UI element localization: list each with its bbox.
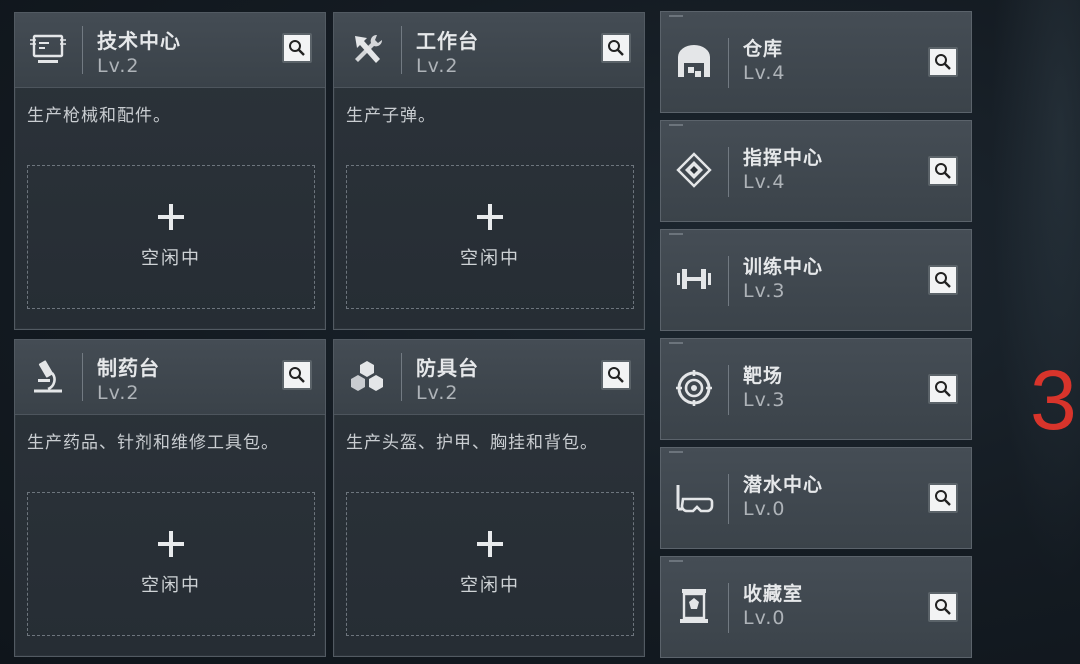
facility-title: 防具台	[416, 356, 479, 380]
trophy-case-icon	[671, 583, 717, 629]
card-tick	[669, 124, 683, 126]
header-divider	[728, 474, 729, 524]
side-marker-number: 3	[1030, 353, 1077, 447]
search-button[interactable]	[928, 265, 958, 295]
tools-icon	[344, 27, 390, 73]
search-icon	[935, 599, 951, 615]
production-slot[interactable]: 空闲中	[27, 165, 315, 309]
search-button[interactable]	[601, 360, 631, 390]
facility-card-training-center[interactable]: 训练中心 Lv.3	[660, 229, 972, 331]
search-button[interactable]	[601, 33, 631, 63]
facility-panel-workbench: 工作台 Lv.2 生产子弹。 空闲中	[333, 12, 645, 330]
facility-panel-tech-center: 技术中心 Lv.2 生产枪械和配件。 空闲中	[14, 12, 326, 330]
facility-level: Lv.2	[416, 382, 459, 404]
warehouse-icon	[671, 38, 717, 84]
plus-icon	[477, 204, 503, 230]
header-divider	[82, 26, 83, 74]
facility-level: Lv.0	[743, 607, 786, 629]
facility-title: 制药台	[97, 356, 160, 380]
header-divider	[401, 26, 402, 74]
search-button[interactable]	[928, 374, 958, 404]
facility-level: Lv.2	[97, 382, 140, 404]
facility-level: Lv.2	[97, 55, 140, 77]
search-button[interactable]	[282, 33, 312, 63]
facility-level: Lv.3	[743, 280, 786, 302]
facility-description: 生产枪械和配件。	[27, 106, 171, 126]
search-icon	[289, 367, 305, 383]
facility-description: 生产药品、针剂和维修工具包。	[27, 433, 279, 453]
header-divider	[728, 365, 729, 415]
facility-level: Lv.4	[743, 171, 786, 193]
facility-title: 工作台	[416, 29, 479, 53]
facility-panel-armor-bench: 防具台 Lv.2 生产头盔、护甲、胸挂和背包。 空闲中	[333, 339, 645, 657]
search-icon	[935, 272, 951, 288]
dumbbell-icon	[671, 256, 717, 302]
card-tick	[669, 342, 683, 344]
production-slot[interactable]: 空闲中	[346, 165, 634, 309]
facility-title: 靶场	[743, 365, 784, 387]
facility-level: Lv.4	[743, 62, 786, 84]
facility-title: 潜水中心	[743, 474, 824, 496]
panel-header: 制药台 Lv.2	[15, 340, 325, 415]
facility-title: 收藏室	[743, 583, 804, 605]
card-tick	[669, 451, 683, 453]
facility-description: 生产头盔、护甲、胸挂和背包。	[346, 433, 598, 453]
card-tick	[669, 560, 683, 562]
search-icon	[935, 54, 951, 70]
facility-title: 训练中心	[743, 256, 824, 278]
cubes-icon	[344, 354, 390, 400]
search-icon	[935, 381, 951, 397]
header-divider	[728, 147, 729, 197]
search-button[interactable]	[928, 47, 958, 77]
header-divider	[401, 353, 402, 401]
panel-header: 技术中心 Lv.2	[15, 13, 325, 88]
plus-icon	[477, 531, 503, 557]
card-tick	[669, 233, 683, 235]
background-haze	[980, 0, 1080, 664]
facility-card-diving-center[interactable]: 潜水中心 Lv.0	[660, 447, 972, 549]
facility-title: 技术中心	[97, 29, 181, 53]
facility-card-collection-room[interactable]: 收藏室 Lv.0	[660, 556, 972, 658]
facility-title: 仓库	[743, 38, 784, 60]
slot-status: 空闲中	[141, 248, 201, 269]
facility-card-warehouse[interactable]: 仓库 Lv.4	[660, 11, 972, 113]
facility-level: Lv.0	[743, 498, 786, 520]
facility-panel-pharmacy: 制药台 Lv.2 生产药品、针剂和维修工具包。 空闲中	[14, 339, 326, 657]
search-icon	[935, 163, 951, 179]
header-divider	[728, 583, 729, 633]
panel-header: 防具台 Lv.2	[334, 340, 644, 415]
search-button[interactable]	[928, 592, 958, 622]
search-icon	[935, 490, 951, 506]
computer-icon	[25, 27, 71, 73]
facility-description: 生产子弹。	[346, 106, 436, 126]
target-icon	[671, 365, 717, 411]
header-divider	[82, 353, 83, 401]
production-slot[interactable]: 空闲中	[27, 492, 315, 636]
panel-header: 工作台 Lv.2	[334, 13, 644, 88]
search-icon	[608, 367, 624, 383]
command-chip-icon	[671, 147, 717, 193]
microscope-icon	[25, 354, 71, 400]
search-button[interactable]	[928, 483, 958, 513]
slot-status: 空闲中	[460, 575, 520, 596]
header-divider	[728, 256, 729, 306]
card-tick	[669, 15, 683, 17]
search-button[interactable]	[928, 156, 958, 186]
header-divider	[728, 38, 729, 88]
plus-icon	[158, 531, 184, 557]
facility-level: Lv.2	[416, 55, 459, 77]
facility-title: 指挥中心	[743, 147, 824, 169]
facility-card-shooting-range[interactable]: 靶场 Lv.3	[660, 338, 972, 440]
production-slot[interactable]: 空闲中	[346, 492, 634, 636]
slot-status: 空闲中	[460, 248, 520, 269]
facility-level: Lv.3	[743, 389, 786, 411]
search-icon	[608, 40, 624, 56]
plus-icon	[158, 204, 184, 230]
search-icon	[289, 40, 305, 56]
diving-mask-icon	[671, 474, 717, 520]
facility-card-command-center[interactable]: 指挥中心 Lv.4	[660, 120, 972, 222]
slot-status: 空闲中	[141, 575, 201, 596]
search-button[interactable]	[282, 360, 312, 390]
